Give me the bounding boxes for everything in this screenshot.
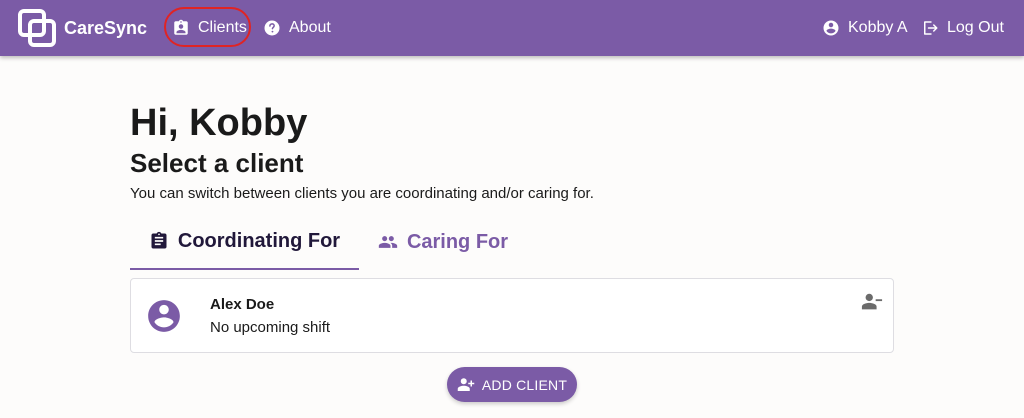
people-icon	[378, 236, 398, 248]
nav-about-label: About	[289, 19, 331, 36]
greeting-heading: Hi, Kobby	[130, 102, 308, 144]
add-client-button[interactable]: ADD CLIENT	[447, 367, 577, 402]
clipboard-account-icon	[174, 19, 188, 35]
tab-coordinating-label: Coordinating For	[177, 229, 341, 252]
logout-button[interactable]: Log Out	[921, 13, 1004, 43]
user-menu[interactable]: Kobby A	[822, 13, 908, 43]
account-circle-icon	[823, 20, 839, 36]
app-name: CareSync	[64, 17, 148, 38]
tab-caring-for[interactable]: Caring For	[359, 214, 527, 270]
user-name: Kobby A	[848, 19, 908, 36]
account-circle-icon	[148, 300, 180, 332]
nav-clients-label: Clients	[198, 19, 247, 36]
top-app-bar: CareSync Clients About Kobby A Log Out	[0, 0, 1024, 56]
client-name: Alex Doe	[210, 296, 275, 313]
tab-caring-label: Caring For	[406, 230, 509, 253]
clipboard-list-icon	[151, 231, 167, 249]
nav-clients-link[interactable]: Clients	[172, 13, 247, 43]
help-circle-icon	[264, 20, 280, 36]
logout-label: Log Out	[947, 19, 1004, 36]
tab-coordinating-for[interactable]: Coordinating For	[130, 214, 359, 270]
nav-about-link[interactable]: About	[263, 13, 331, 43]
client-card[interactable]: Alex Doe No upcoming shift	[130, 278, 894, 353]
caresync-logo-icon	[18, 9, 56, 47]
person-add-icon	[457, 377, 475, 391]
client-shift-status: No upcoming shift	[210, 319, 331, 336]
logout-icon	[924, 21, 938, 35]
brand[interactable]: CareSync	[18, 9, 147, 47]
page-title: Select a client	[130, 148, 304, 178]
page-description: You can switch between clients you are c…	[130, 185, 594, 202]
add-client-label: ADD CLIENT	[481, 376, 568, 393]
person-remove-icon	[861, 293, 883, 310]
remove-client-button[interactable]	[861, 291, 885, 313]
